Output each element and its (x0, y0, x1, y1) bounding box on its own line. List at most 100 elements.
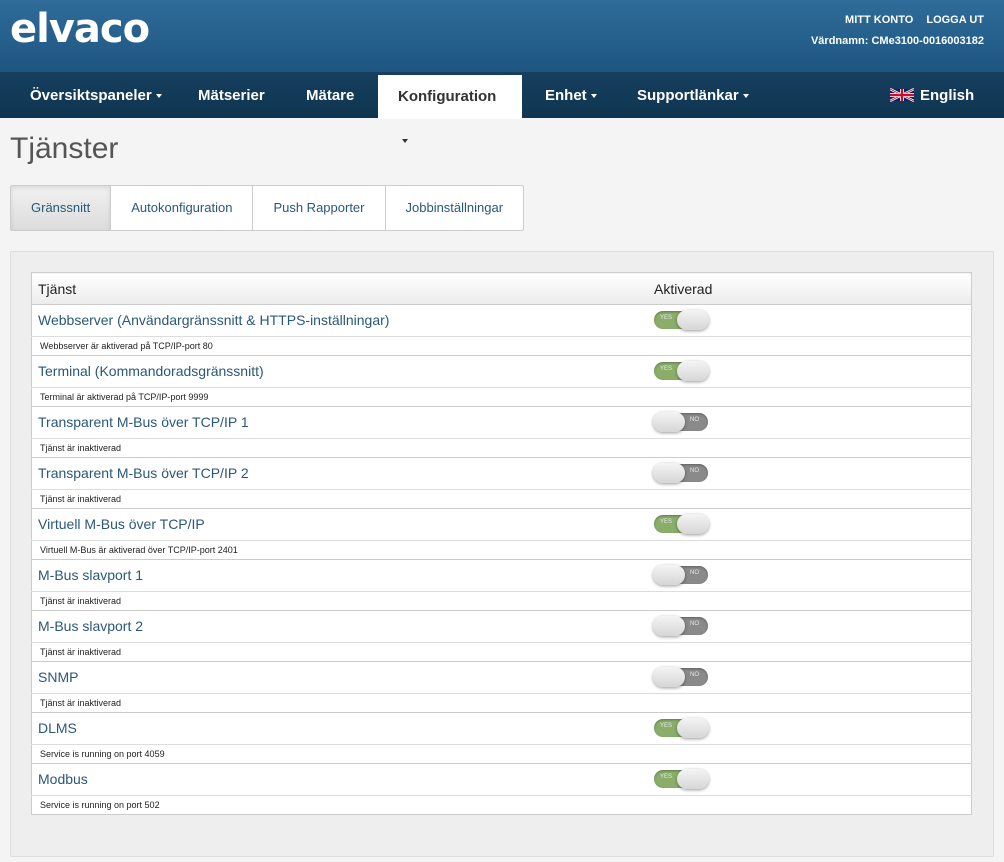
service-name-link[interactable]: M-Bus slavport 1 (38, 567, 143, 583)
table-row: Terminal (Kommandoradsgränssnitt) YES (31, 355, 972, 388)
service-status-text: Tjänst är inaktiverad (31, 438, 972, 458)
toggle-knob[interactable] (653, 565, 685, 586)
tab-interfaces[interactable]: Gränssnitt (11, 186, 112, 230)
table-row: M-Bus slavport 2 NO (31, 610, 972, 643)
table-row-description: Virtuell M-Bus är aktiverad över TCP/IP-… (31, 540, 972, 560)
services-table: Tjänst Aktiverad Webbserver (Användargrä… (31, 272, 972, 815)
service-name-link[interactable]: Transparent M-Bus över TCP/IP 1 (38, 414, 249, 430)
service-enabled-toggle[interactable]: YES (654, 718, 709, 739)
toggle-knob[interactable] (653, 463, 685, 484)
service-status-text: Tjänst är inaktiverad (31, 591, 972, 611)
main-nav: Översiktspaneler Mätserier Mätare Konfig… (0, 72, 1004, 144)
service-name-link[interactable]: SNMP (38, 669, 78, 685)
table-row: Transparent M-Bus över TCP/IP 1 NO (31, 406, 972, 439)
service-enabled-toggle[interactable]: NO (653, 565, 708, 586)
service-name-link[interactable]: Terminal (Kommandoradsgränssnitt) (38, 363, 264, 379)
my-account-link[interactable]: MITT KONTO (845, 14, 913, 26)
table-row-description: Tjänst är inaktiverad (31, 438, 972, 458)
toggle-knob[interactable] (653, 412, 685, 433)
elvaco-logo[interactable]: elvaco (10, 6, 150, 52)
service-name-cell: M-Bus slavport 2 (31, 610, 648, 643)
table-row: Transparent M-Bus över TCP/IP 2 NO (31, 457, 972, 490)
service-name-link[interactable]: Transparent M-Bus över TCP/IP 2 (38, 465, 249, 481)
table-row-description: Tjänst är inaktiverad (31, 642, 972, 662)
service-status-text: Terminal är aktiverad på TCP/IP-port 999… (31, 387, 972, 407)
caret-down-icon (155, 94, 162, 99)
service-name-link[interactable]: Modbus (38, 771, 88, 787)
toggle-knob[interactable] (677, 310, 709, 331)
service-enabled-toggle[interactable]: YES (654, 310, 709, 331)
service-name-cell: Terminal (Kommandoradsgränssnitt) (31, 355, 648, 388)
page-title: Tjänster (10, 132, 119, 165)
service-name-cell: M-Bus slavport 1 (31, 559, 648, 592)
service-enabled-toggle[interactable]: NO (653, 667, 708, 688)
service-enabled-toggle[interactable]: YES (654, 769, 709, 790)
app-header: elvaco MITT KONTO LOGGA UT Värdnamn: CMe… (0, 0, 1004, 72)
language-selector[interactable]: English (870, 74, 994, 118)
service-name-cell: DLMS (31, 712, 648, 745)
account-links: MITT KONTO LOGGA UT (835, 14, 984, 26)
caret-down-icon (402, 139, 408, 144)
toggle-state-label: NO (690, 417, 699, 424)
service-toggle-cell: NO (648, 457, 972, 490)
service-enabled-toggle[interactable]: NO (653, 412, 708, 433)
nav-item-configuration[interactable]: Konfiguration (378, 75, 522, 144)
uk-flag-icon (890, 88, 914, 102)
table-row: M-Bus slavport 1 NO (31, 559, 972, 592)
service-status-text: Service is running on port 4059 (31, 744, 972, 764)
hostname-label: Värdnamn: CMe3100-0016003182 (810, 35, 984, 47)
service-toggle-cell: YES (648, 355, 972, 388)
service-status-text: Tjänst är inaktiverad (31, 693, 972, 713)
nav-item-label: Enhet (545, 87, 587, 104)
logout-link[interactable]: LOGGA UT (926, 14, 984, 26)
table-row-description: Tjänst är inaktiverad (31, 693, 972, 713)
service-name-cell: Transparent M-Bus över TCP/IP 1 (31, 406, 648, 439)
toggle-knob[interactable] (677, 361, 709, 382)
services-panel: Tjänst Aktiverad Webbserver (Användargrä… (10, 251, 994, 857)
nav-item-label: Översiktspaneler (30, 87, 152, 104)
config-tabs: Gränssnitt Autokonfiguration Push Rappor… (10, 185, 525, 231)
service-name-cell: Webbserver (Användargränssnitt & HTTPS-i… (31, 304, 648, 337)
nav-item-overview-panels[interactable]: Översiktspaneler (10, 74, 182, 118)
service-toggle-cell: NO (648, 406, 972, 439)
service-name-link[interactable]: Virtuell M-Bus över TCP/IP (38, 516, 205, 532)
service-toggle-cell: NO (648, 559, 972, 592)
nav-item-meters[interactable]: Mätare (286, 74, 374, 118)
table-row-description: Tjänst är inaktiverad (31, 591, 972, 611)
toggle-state-label: NO (690, 672, 699, 679)
caret-down-icon (742, 94, 749, 99)
service-enabled-toggle[interactable]: NO (653, 616, 708, 637)
column-header-service: Tjänst (31, 272, 648, 305)
service-enabled-toggle[interactable]: YES (654, 361, 709, 382)
toggle-state-label: NO (690, 468, 699, 475)
toggle-knob[interactable] (677, 769, 709, 790)
service-toggle-cell: NO (648, 610, 972, 643)
table-row: SNMP NO (31, 661, 972, 694)
service-toggle-cell: YES (648, 763, 972, 796)
service-enabled-toggle[interactable]: NO (653, 463, 708, 484)
service-name-link[interactable]: Webbserver (Användargränssnitt & HTTPS-i… (38, 312, 389, 328)
column-header-enabled: Aktiverad (648, 272, 972, 305)
service-toggle-cell: YES (648, 508, 972, 541)
toggle-knob[interactable] (677, 718, 709, 739)
service-toggle-cell: NO (648, 661, 972, 694)
tab-autoconfiguration[interactable]: Autokonfiguration (111, 186, 254, 230)
service-name-link[interactable]: DLMS (38, 720, 77, 736)
service-enabled-toggle[interactable]: YES (654, 514, 709, 535)
toggle-state-label: NO (690, 570, 699, 577)
tab-job-settings[interactable]: Jobbinställningar (386, 186, 524, 230)
service-status-text: Tjänst är inaktiverad (31, 642, 972, 662)
table-row-description: Webbserver är aktiverad på TCP/IP-port 8… (31, 336, 972, 356)
toggle-knob[interactable] (653, 616, 685, 637)
service-status-text: Service is running on port 502 (31, 795, 972, 815)
toggle-state-label: NO (690, 621, 699, 628)
nav-item-device[interactable]: Enhet (525, 74, 617, 118)
service-name-link[interactable]: M-Bus slavport 2 (38, 618, 143, 634)
nav-item-support-links[interactable]: Supportlänkar (617, 74, 769, 118)
service-name-cell: Virtuell M-Bus över TCP/IP (31, 508, 648, 541)
tab-push-reports[interactable]: Push Rapporter (253, 186, 386, 230)
toggle-knob[interactable] (653, 667, 685, 688)
nav-item-measurement-series[interactable]: Mätserier (178, 74, 285, 118)
toggle-knob[interactable] (677, 514, 709, 535)
table-row: Virtuell M-Bus över TCP/IP YES (31, 508, 972, 541)
